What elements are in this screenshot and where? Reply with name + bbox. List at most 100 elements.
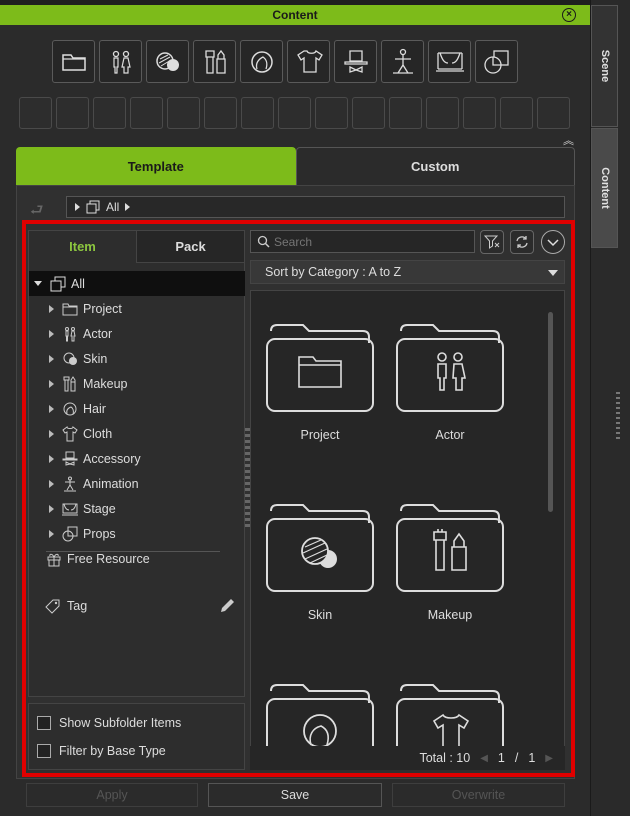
tree-item-hair[interactable]: Hair [29,396,245,421]
pencil-icon[interactable] [219,596,237,614]
expand-icon[interactable] [49,504,54,513]
expand-icon[interactable] [49,379,54,388]
tab-pack[interactable]: Pack [137,231,244,263]
tree-item-actor[interactable]: Actor [29,321,245,346]
expand-icon[interactable] [49,404,54,413]
empty-slot[interactable] [500,97,533,129]
tree-item-project[interactable]: Project [29,296,245,321]
empty-slot[interactable] [537,97,570,129]
panel-grip[interactable] [616,392,620,442]
save-button[interactable]: Save [208,783,382,807]
animation-icon [392,48,413,74]
grid-item-actor[interactable]: Actor [395,321,505,442]
tab-scene-label: Scene [598,49,611,83]
total-count: Total : 10 [419,751,471,765]
apply-button[interactable]: Apply [26,783,198,807]
back-icon[interactable]: ⮐ [30,200,44,225]
tree-item-props[interactable]: Props [29,521,245,546]
expand-icon[interactable] [49,529,54,538]
tab-item[interactable]: Item [29,231,137,263]
makeup-category-button[interactable] [193,40,236,83]
filter-base-label: Filter by Base Type [59,744,166,758]
breadcrumb[interactable]: All [66,196,565,218]
project-category-button[interactable] [52,40,95,83]
stage-icon [435,51,464,72]
breadcrumb-next-icon [125,203,131,211]
tree-item-cloth[interactable]: Cloth [29,421,245,446]
show-subfolder-option[interactable]: Show Subfolder Items [37,716,181,730]
next-page-icon[interactable]: ▶ [545,753,553,764]
empty-slot[interactable] [463,97,496,129]
props-icon [62,526,78,541]
actor-category-button[interactable] [99,40,142,83]
empty-slot[interactable] [130,97,163,129]
grid-item-label: Skin [307,608,333,622]
all-icon [50,276,66,291]
prev-page-icon[interactable]: ◀ [480,753,488,764]
animation-category-button[interactable] [381,40,424,83]
category-toolbar [52,40,518,83]
filter-base-option[interactable]: Filter by Base Type [37,744,166,758]
tab-custom[interactable]: Custom [295,147,575,185]
tree-item-makeup[interactable]: Makeup [29,371,245,396]
tree-item-animation[interactable]: Animation [29,471,245,496]
grid-item-project[interactable]: Project [265,321,375,442]
expand-icon[interactable] [49,479,54,488]
breadcrumb-current: All [106,200,120,214]
skin-category-button[interactable] [146,40,189,83]
expand-icon[interactable] [34,281,42,286]
hair-category-button[interactable] [240,40,283,83]
empty-slot[interactable] [241,97,274,129]
empty-slot[interactable] [19,97,52,129]
tree-item-skin[interactable]: Skin [29,346,245,371]
tree-item-stage[interactable]: Stage [29,496,245,521]
empty-slot[interactable] [278,97,311,129]
show-subfolder-checkbox[interactable] [37,716,51,730]
expand-icon[interactable] [49,354,54,363]
empty-slot[interactable] [204,97,237,129]
cloth-category-button[interactable] [287,40,330,83]
hair-icon [63,402,77,415]
empty-slot[interactable] [167,97,200,129]
expand-icon[interactable] [49,329,54,338]
stage-category-button[interactable] [428,40,471,83]
refresh-button[interactable] [510,230,534,254]
tag-row[interactable]: Tag [45,598,237,614]
pager: Total : 10 ◀ 1 / 1 ▶ [250,746,565,770]
empty-slot[interactable] [352,97,385,129]
hair-icon [250,50,273,73]
props-category-button[interactable] [475,40,518,83]
more-options-button[interactable] [541,230,565,254]
tree-item-accessory[interactable]: Accessory [29,446,245,471]
grid-item-skin[interactable]: Skin [265,501,375,622]
accessory-category-button[interactable] [334,40,377,83]
tab-scene[interactable]: Scene [591,5,618,127]
empty-slot[interactable] [315,97,348,129]
empty-slot[interactable] [389,97,422,129]
grid-scrollbar[interactable] [548,312,553,512]
search-box[interactable] [250,230,475,253]
expand-icon[interactable] [49,429,54,438]
overwrite-button[interactable]: Overwrite [392,783,565,807]
tree-item-label: Actor [83,326,113,341]
expand-icon[interactable] [49,454,54,463]
tab-template[interactable]: Template [16,147,296,185]
empty-slot[interactable] [426,97,459,129]
tree-item-free-resource[interactable]: Free Resource [29,546,245,571]
tab-content[interactable]: Content [591,128,618,248]
collapse-up-icon[interactable]: ︽ [563,132,574,148]
grid-item-label: Actor [435,428,465,442]
tree-item-all[interactable]: All [29,271,245,296]
empty-slot[interactable] [56,97,89,129]
total-pages: 1 [528,751,536,765]
empty-slot[interactable] [93,97,126,129]
sort-dropdown[interactable]: Sort by Category : A to Z [250,260,565,284]
search-input[interactable] [274,234,454,249]
expand-icon[interactable] [49,304,54,313]
breadcrumb-arrow-icon [75,203,80,211]
grid-item-makeup[interactable]: Makeup [395,501,505,622]
skin-icon [155,51,179,71]
filter-button[interactable] [480,230,504,254]
filter-base-checkbox[interactable] [37,744,51,758]
close-icon[interactable]: × [562,8,576,22]
